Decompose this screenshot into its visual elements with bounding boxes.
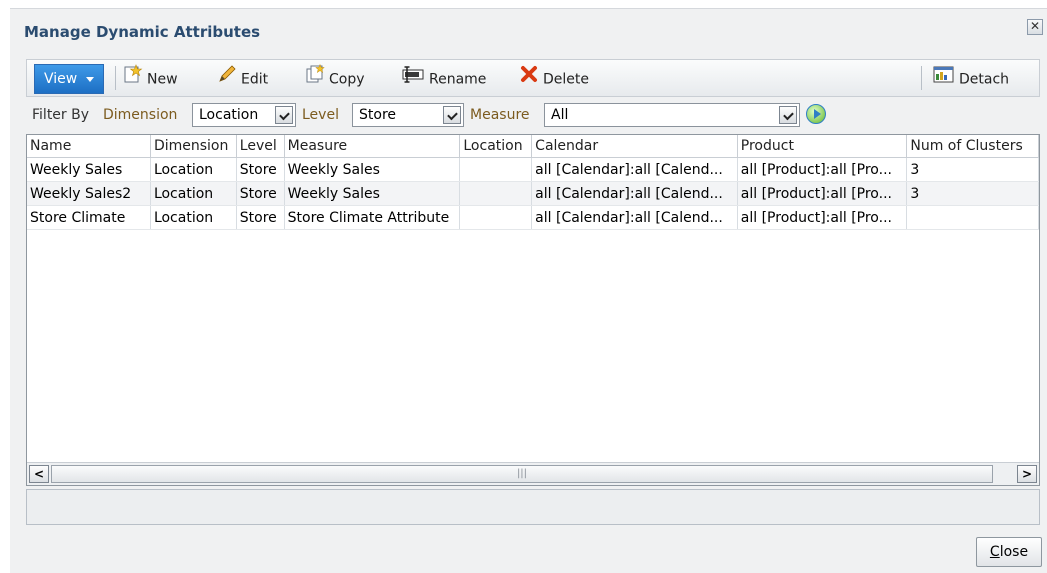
table-cell xyxy=(459,205,533,230)
detach-icon xyxy=(933,64,955,95)
column-header[interactable]: Dimension xyxy=(150,135,237,158)
toolbar: View New Edit Copy Rename Delete Detach xyxy=(26,59,1040,97)
rename-label: Rename xyxy=(429,71,487,88)
copy-icon xyxy=(305,63,325,95)
new-label: New xyxy=(147,71,178,88)
column-header[interactable]: Product xyxy=(737,135,908,158)
toolbar-separator xyxy=(921,66,922,90)
table-cell: all [Product]:all [Pro... xyxy=(737,157,908,182)
close-button[interactable]: Close xyxy=(976,537,1042,567)
table-row[interactable]: Weekly Sales2 Location Store Weekly Sale… xyxy=(27,181,1039,206)
delete-x-icon xyxy=(519,64,539,95)
edit-pencil-icon xyxy=(217,64,237,95)
table-cell: Store xyxy=(236,205,285,230)
filter-bar: Filter By Dimension Location Level Store… xyxy=(26,101,1040,129)
attributes-table: Name Dimension Level Measure Location Ca… xyxy=(26,134,1040,486)
view-menu-button[interactable]: View xyxy=(34,64,104,94)
level-value: Store xyxy=(359,107,397,123)
table-cell: Store xyxy=(236,157,285,182)
table-cell: all [Product]:all [Pro... xyxy=(737,181,908,206)
chevron-down-icon xyxy=(86,77,94,82)
table-cell: all [Calendar]:all [Calend... xyxy=(531,157,738,182)
level-select[interactable]: Store xyxy=(352,103,464,127)
copy-button[interactable]: Copy xyxy=(305,63,365,95)
manage-dynamic-attributes-dialog: Manage Dynamic Attributes ✕ View New Edi… xyxy=(10,8,1047,573)
rename-icon xyxy=(401,64,425,95)
column-header[interactable]: Calendar xyxy=(531,135,738,158)
go-filter-icon[interactable] xyxy=(806,104,826,124)
table-cell: Store xyxy=(236,181,285,206)
scroll-left-button[interactable]: < xyxy=(29,465,49,483)
rename-button[interactable]: Rename xyxy=(401,64,486,94)
table-cell: Weekly Sales xyxy=(284,181,461,206)
table-cell: Location xyxy=(150,181,237,206)
table-cell xyxy=(459,157,533,182)
edit-label: Edit xyxy=(241,71,269,88)
table-row[interactable]: Store Climate Location Store Store Clima… xyxy=(27,205,1039,230)
dialog-title: Manage Dynamic Attributes xyxy=(24,23,261,41)
new-icon xyxy=(123,64,143,95)
table-cell: Store Climate xyxy=(27,205,151,230)
chevron-down-icon[interactable] xyxy=(275,106,293,124)
table-cell: Weekly Sales xyxy=(284,157,461,182)
detach-button[interactable]: Detach xyxy=(933,64,1009,94)
column-header[interactable]: Level xyxy=(236,135,285,158)
chevron-down-icon[interactable] xyxy=(443,106,461,124)
delete-button[interactable]: Delete xyxy=(519,64,589,94)
table-cell xyxy=(459,181,533,206)
column-header[interactable]: Num of Clusters xyxy=(906,135,1039,158)
detach-label: Detach xyxy=(959,71,1010,88)
column-header[interactable]: Name xyxy=(27,135,151,158)
horizontal-scrollbar[interactable]: < ||| > xyxy=(27,462,1039,485)
scroll-right-button[interactable]: > xyxy=(1017,465,1037,483)
measure-value: All xyxy=(551,107,569,123)
table-row[interactable]: Weekly Sales Location Store Weekly Sales… xyxy=(27,157,1039,182)
dimension-value: Location xyxy=(199,107,259,123)
scroll-thumb[interactable]: ||| xyxy=(51,465,993,483)
table-header-row: Name Dimension Level Measure Location Ca… xyxy=(27,135,1039,158)
dimension-select[interactable]: Location xyxy=(192,103,296,127)
table-cell: Weekly Sales2 xyxy=(27,181,151,206)
table-cell: Store Climate Attribute xyxy=(284,205,461,230)
measure-label: Measure xyxy=(470,107,530,123)
attributes-grid: Name Dimension Level Measure Location Ca… xyxy=(27,135,1039,230)
table-cell: all [Calendar]:all [Calend... xyxy=(531,181,738,206)
column-header[interactable]: Location xyxy=(459,135,533,158)
table-cell: Weekly Sales xyxy=(27,157,151,182)
table-cell: Location xyxy=(150,157,237,182)
level-label: Level xyxy=(302,107,339,123)
copy-label: Copy xyxy=(329,71,365,88)
delete-label: Delete xyxy=(543,71,589,88)
filter-by-label: Filter By xyxy=(32,107,90,123)
table-cell xyxy=(906,205,1039,230)
table-cell: 3 xyxy=(906,181,1039,206)
toolbar-separator xyxy=(115,66,116,90)
close-icon[interactable]: ✕ xyxy=(1027,19,1043,35)
view-label: View xyxy=(44,71,78,87)
table-cell: all [Product]:all [Pro... xyxy=(737,205,908,230)
column-header[interactable]: Measure xyxy=(284,135,461,158)
dimension-label: Dimension xyxy=(103,107,178,123)
new-button[interactable]: New xyxy=(123,64,178,94)
table-cell: all [Calendar]:all [Calend... xyxy=(531,205,738,230)
measure-select[interactable]: All xyxy=(544,103,800,127)
close-label: Close xyxy=(989,544,1029,560)
table-cell: Location xyxy=(150,205,237,230)
status-bar xyxy=(26,489,1040,525)
table-cell: 3 xyxy=(906,157,1039,182)
edit-button[interactable]: Edit xyxy=(217,64,268,94)
chevron-down-icon[interactable] xyxy=(779,106,797,124)
